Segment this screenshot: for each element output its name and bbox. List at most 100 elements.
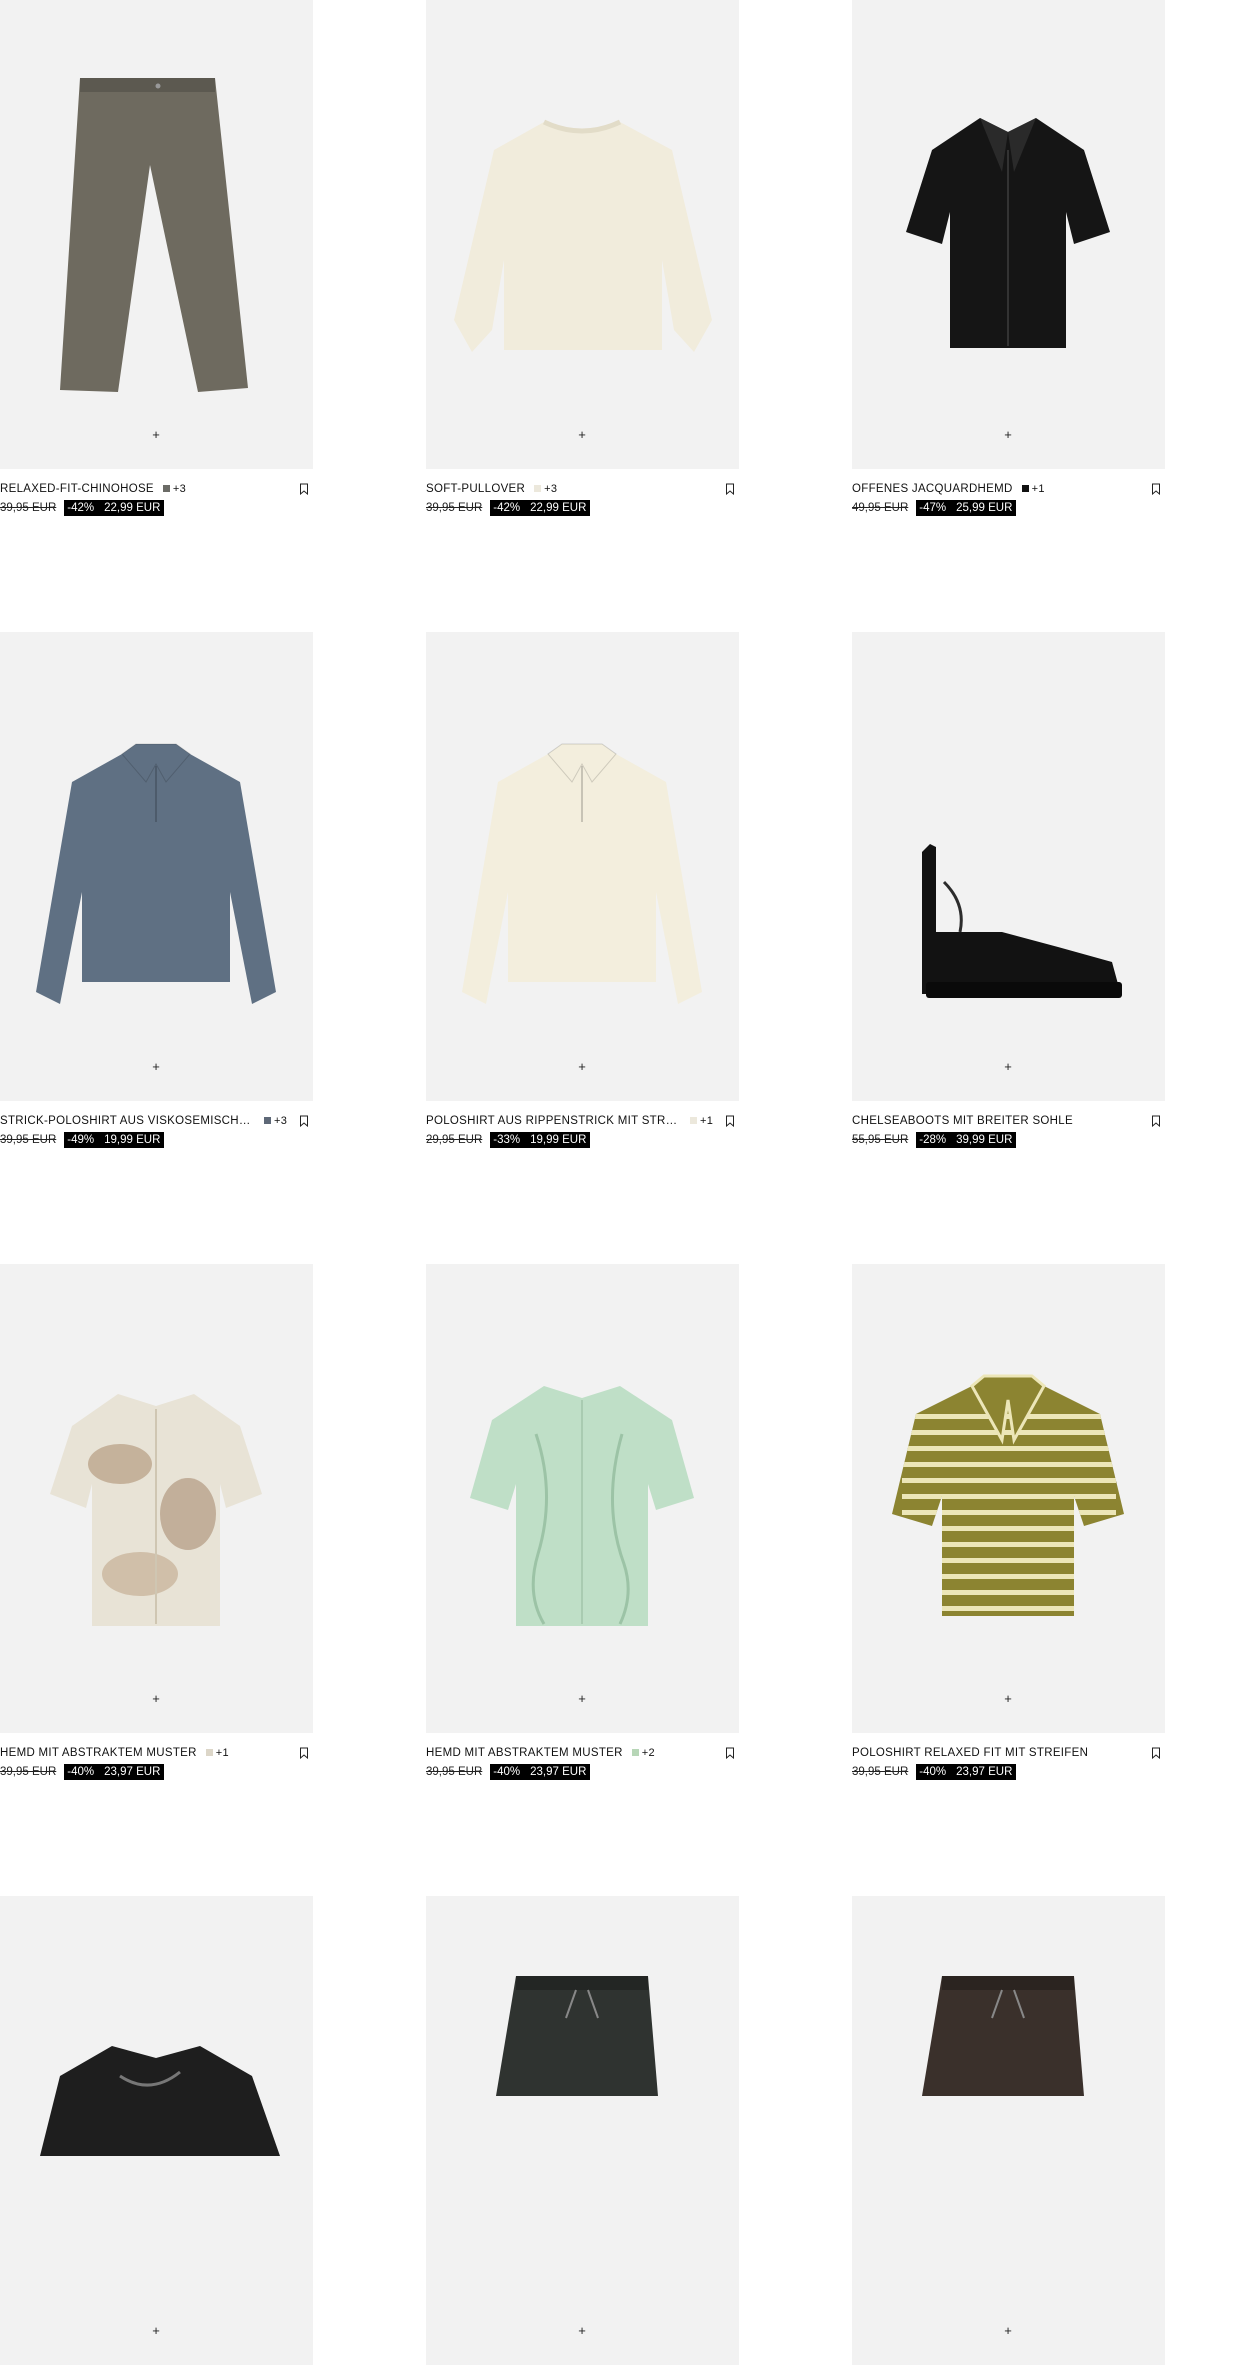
product-name[interactable]: POLOSHIRT RELAXED FIT MIT STREIFEN — [852, 1747, 1088, 1759]
product-card[interactable]: + RELAXED-FIT-CHINOHOSE +3 39,95 EUR -42% 22,… — [0, 0, 313, 525]
add-to-cart-button[interactable]: + — [148, 2322, 164, 2338]
color-swatch[interactable] — [205, 1749, 213, 1756]
price-row: 29,95 EUR -33% 19,99 EUR — [426, 1131, 739, 1148]
color-swatch[interactable] — [162, 485, 170, 492]
product-card[interactable]: + SOFT-PULLOVER +3 39,95 EUR -42% 22,99 EUR — [426, 0, 739, 525]
product-image[interactable]: + — [426, 0, 739, 469]
more-colors-count[interactable]: +1 — [216, 1747, 229, 1759]
product-image[interactable]: + — [0, 1896, 313, 2365]
more-colors-count[interactable]: +2 — [642, 1747, 655, 1759]
price-row: 55,95 EUR -28% 39,99 EUR — [852, 1131, 1165, 1148]
sale-badge: -42% 22,99 EUR — [490, 499, 591, 516]
product-info: OFFENES JACQUARDHEMD +1 49,95 EUR -47% 25,99… — [852, 481, 1165, 525]
add-to-cart-button[interactable]: + — [1000, 2322, 1016, 2338]
product-title-row: RELAXED-FIT-CHINOHOSE +3 — [0, 481, 313, 496]
sale-badge: -42% 22,99 EUR — [64, 499, 165, 516]
product-image[interactable]: + — [852, 0, 1165, 469]
product-title-row: CHELSEABOOTS MIT BREITER SOHLE — [852, 1113, 1165, 1128]
add-to-cart-button[interactable]: + — [1000, 1690, 1016, 1706]
product-card[interactable]: + STRICK-POLOSHIRT AUS VISKOSEMISCHUNG +3 3… — [0, 632, 313, 1157]
original-price: 39,95 EUR — [0, 1133, 57, 1146]
add-to-cart-button[interactable]: + — [1000, 426, 1016, 442]
more-colors-count[interactable]: +1 — [1032, 483, 1045, 495]
discount-percent: -40% — [493, 1765, 521, 1778]
color-swatch[interactable] — [264, 1117, 271, 1124]
add-to-cart-button[interactable]: + — [148, 1690, 164, 1706]
product-name[interactable]: OFFENES JACQUARDHEMD — [852, 483, 1013, 495]
product-name[interactable]: CHELSEABOOTS MIT BREITER SOHLE — [852, 1115, 1073, 1127]
product-name[interactable]: STRICK-POLOSHIRT AUS VISKOSEMISCHUNG — [0, 1115, 255, 1127]
original-price: 39,95 EUR — [0, 1765, 57, 1778]
add-to-cart-button[interactable]: + — [148, 1058, 164, 1074]
product-card[interactable]: + POLOSHIRT RELAXED FIT MIT STREIFEN 39,95… — [852, 1264, 1165, 1789]
bookmark-icon[interactable] — [1151, 1747, 1161, 1759]
bookmark-icon[interactable] — [725, 1747, 735, 1759]
plus-icon: + — [578, 1058, 586, 1074]
product-image[interactable]: + — [852, 1264, 1165, 1733]
add-to-cart-button[interactable]: + — [574, 1690, 590, 1706]
product-name[interactable]: POLOSHIRT AUS RIPPENSTRICK MIT STRUKTUR — [426, 1115, 681, 1127]
add-to-cart-button[interactable]: + — [148, 426, 164, 442]
sale-price: 25,99 EUR — [956, 501, 1013, 514]
bookmark-icon[interactable] — [299, 1115, 309, 1127]
bookmark-icon[interactable] — [299, 483, 309, 495]
color-swatch[interactable] — [690, 1117, 697, 1124]
product-name[interactable]: SOFT-PULLOVER — [426, 483, 525, 495]
price-row: 39,95 EUR -42% 22,99 EUR — [426, 499, 739, 516]
product-photo — [906, 118, 1110, 348]
add-to-cart-button[interactable]: + — [574, 426, 590, 442]
product-card[interactable]: + — [426, 1896, 739, 2365]
price-row: 39,95 EUR -40% 23,97 EUR — [426, 1763, 739, 1780]
product-card[interactable]: + POLOSHIRT AUS RIPPENSTRICK MIT STRUKTUR… — [426, 632, 739, 1157]
bookmark-icon[interactable] — [299, 1747, 309, 1759]
add-to-cart-button[interactable]: + — [574, 1058, 590, 1074]
price-row: 39,95 EUR -49% 19,99 EUR — [0, 1131, 313, 1148]
plus-icon: + — [578, 426, 586, 442]
bookmark-icon[interactable] — [725, 483, 735, 495]
product-photo — [50, 1394, 262, 1626]
sale-badge: -40% 23,97 EUR — [490, 1763, 591, 1780]
product-photo — [922, 844, 1122, 998]
more-colors-count[interactable]: +3 — [544, 483, 557, 495]
sale-badge: -40% 23,97 EUR — [64, 1763, 165, 1780]
color-swatch[interactable] — [1021, 485, 1029, 492]
more-colors-count[interactable]: +3 — [274, 1115, 287, 1127]
product-photo — [40, 2046, 280, 2156]
more-colors-count[interactable]: +1 — [700, 1115, 713, 1127]
discount-percent: -40% — [919, 1765, 947, 1778]
product-image[interactable]: + — [426, 1264, 739, 1733]
product-card[interactable]: + — [0, 1896, 313, 2365]
product-title-row: POLOSHIRT RELAXED FIT MIT STREIFEN — [852, 1745, 1165, 1760]
product-image[interactable]: + — [426, 1896, 739, 2365]
product-image[interactable]: + — [852, 632, 1165, 1101]
sale-price: 19,99 EUR — [530, 1133, 587, 1146]
more-colors-count[interactable]: +3 — [173, 483, 186, 495]
product-image[interactable]: + — [852, 1896, 1165, 2365]
product-card[interactable]: + HEMD MIT ABSTRAKTEM MUSTER +2 39,95 EUR -4… — [426, 1264, 739, 1789]
add-to-cart-button[interactable]: + — [574, 2322, 590, 2338]
product-card[interactable]: + CHELSEABOOTS MIT BREITER SOHLE 55,95 EUR… — [852, 632, 1165, 1157]
product-info: SOFT-PULLOVER +3 39,95 EUR -42% 22,99 EUR — [426, 481, 739, 525]
color-swatch[interactable] — [631, 1749, 639, 1756]
product-image[interactable]: + — [0, 0, 313, 469]
product-image[interactable]: + — [426, 632, 739, 1101]
product-name[interactable]: HEMD MIT ABSTRAKTEM MUSTER — [426, 1747, 623, 1759]
product-name[interactable]: HEMD MIT ABSTRAKTEM MUSTER — [0, 1747, 197, 1759]
color-swatch[interactable] — [534, 485, 542, 492]
plus-icon: + — [152, 1690, 160, 1706]
bookmark-icon[interactable] — [1151, 1115, 1161, 1127]
add-to-cart-button[interactable]: + — [1000, 1058, 1016, 1074]
sale-price: 22,99 EUR — [104, 501, 161, 514]
discount-percent: -47% — [919, 501, 947, 514]
product-name[interactable]: RELAXED-FIT-CHINOHOSE — [0, 483, 154, 495]
bookmark-icon[interactable] — [725, 1115, 735, 1127]
product-grid: + RELAXED-FIT-CHINOHOSE +3 39,95 EUR -42% 22,… — [0, 0, 1250, 2365]
product-card[interactable]: + OFFENES JACQUARDHEMD +1 49,95 EUR -47% 25,9… — [852, 0, 1165, 525]
bookmark-icon[interactable] — [1151, 483, 1161, 495]
product-image[interactable]: + — [0, 632, 313, 1101]
product-card[interactable]: + HEMD MIT ABSTRAKTEM MUSTER +1 39,95 EUR -4… — [0, 1264, 313, 1789]
plus-icon: + — [152, 426, 160, 442]
plus-icon: + — [1004, 1058, 1012, 1074]
product-image[interactable]: + — [0, 1264, 313, 1733]
product-card[interactable]: + — [852, 1896, 1165, 2365]
